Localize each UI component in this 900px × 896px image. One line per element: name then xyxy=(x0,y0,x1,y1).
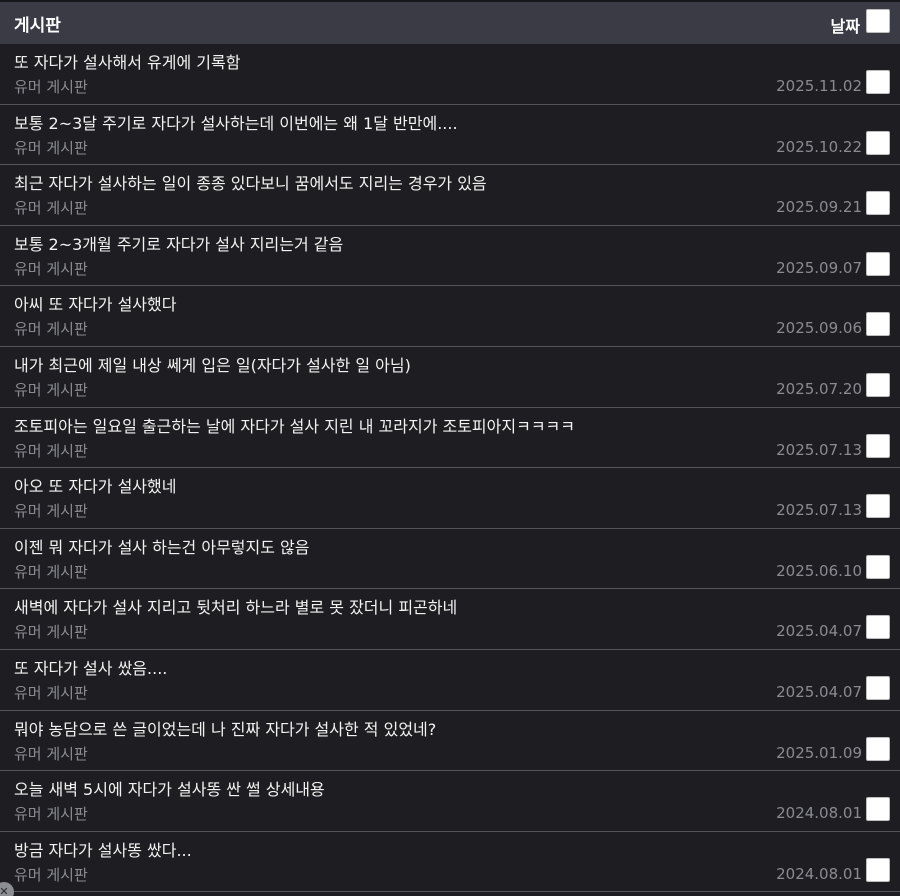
post-date: 2025.10.22 xyxy=(776,137,862,156)
post-date: 2025.07.13 xyxy=(776,501,862,520)
post-row[interactable]: 오늘 새벽 5시에 자다가 설사똥 싼 썰 상세내용 유머 게시판 2024.0… xyxy=(0,771,900,832)
post-date: 2025.07.20 xyxy=(776,379,862,398)
post-checkbox[interactable] xyxy=(866,675,890,700)
post-checkbox[interactable] xyxy=(866,191,890,216)
post-row[interactable]: 조토피아는 일요일 출근하는 날에 자다가 설사 지린 내 꼬라지가 조토피아지… xyxy=(0,407,900,469)
post-title[interactable]: 방금 자다가 설사똥 쌌다... xyxy=(14,837,192,861)
post-date: 2025.01.09 xyxy=(776,743,862,762)
post-category: 유머 게시판 xyxy=(14,683,88,702)
post-title[interactable]: 아씨 또 자다가 설사했다 xyxy=(14,291,176,315)
post-date: 2025.09.06 xyxy=(776,319,862,338)
post-title[interactable]: 오늘 새벽 5시에 자다가 설사똥 싼 썰 상세내용 xyxy=(14,776,325,800)
post-date: 2025.09.21 xyxy=(776,198,862,217)
post-list: 또 자다가 설사해서 유게에 기록함 유머 게시판 2025.11.02 보통 … xyxy=(0,44,900,893)
post-title[interactable]: 보통 2~3달 주기로 자다가 설사하는데 이번에는 왜 1달 반만에.... xyxy=(14,110,458,134)
post-row[interactable]: 최근 자다가 설사하는 일이 종종 있다보니 꿈에서도 지리는 경우가 있음 유… xyxy=(0,165,900,226)
post-date: 2025.11.02 xyxy=(776,77,862,95)
post-row[interactable]: 방금 자다가 설사똥 쌌다... 유머 게시판 2024.08.01 xyxy=(0,831,900,893)
post-row[interactable]: 이젠 뭐 자다가 설사 하는건 아무렇지도 않음 유머 게시판 2025.06.… xyxy=(0,528,900,590)
board-title: 게시판 xyxy=(14,16,61,36)
post-title[interactable]: 조토피아는 일요일 출근하는 날에 자다가 설사 지린 내 꼬라지가 조토피아지… xyxy=(14,413,575,437)
post-title[interactable]: 아오 또 자다가 설사했네 xyxy=(14,473,176,497)
post-checkbox[interactable] xyxy=(866,494,890,519)
post-title[interactable]: 또 자다가 설사 쌌음.... xyxy=(14,655,167,679)
post-checkbox[interactable] xyxy=(866,797,890,822)
post-category: 유머 게시판 xyxy=(14,805,88,824)
post-checkbox[interactable] xyxy=(866,736,890,761)
post-row[interactable]: 또 자다가 설사 쌌음.... 유머 게시판 2025.04.07 xyxy=(0,649,900,711)
post-category: 유머 게시판 xyxy=(14,199,88,218)
post-row[interactable]: 보통 2~3달 주기로 자다가 설사하는데 이번에는 왜 1달 반만에.... … xyxy=(0,104,900,166)
post-category: 유머 게시판 xyxy=(14,562,88,581)
select-all-checkbox[interactable] xyxy=(866,9,890,33)
post-date: 2025.06.10 xyxy=(776,561,862,580)
post-category: 유머 게시판 xyxy=(14,865,88,884)
post-row[interactable]: 내가 최근에 제일 내상 쎄게 입은 일(자다가 설사한 일 아님) 유머 게시… xyxy=(0,346,900,408)
post-row[interactable]: 뭐야 농담으로 쓴 글이었는데 나 진짜 자다가 설사한 적 있었네? 유머 게… xyxy=(0,710,900,772)
post-checkbox[interactable] xyxy=(866,70,890,94)
post-title[interactable]: 새벽에 자다가 설사 지리고 뒷처리 하느라 별로 못 잤더니 피곤하네 xyxy=(14,594,457,618)
post-category: 유머 게시판 xyxy=(14,502,88,521)
post-checkbox[interactable] xyxy=(866,312,890,337)
post-date: 2024.08.01 xyxy=(776,864,862,883)
post-category: 유머 게시판 xyxy=(14,744,88,763)
date-column-header[interactable]: 날짜 xyxy=(831,13,860,37)
post-category: 유머 게시판 xyxy=(14,138,88,157)
post-checkbox[interactable] xyxy=(866,554,890,579)
post-row[interactable]: 보통 2~3개월 주기로 자다가 설사 지리는거 같음 유머 게시판 2025.… xyxy=(0,225,900,287)
post-checkbox[interactable] xyxy=(866,433,890,458)
post-category: 유머 게시판 xyxy=(14,78,88,96)
post-row[interactable]: 아씨 또 자다가 설사했다 유머 게시판 2025.09.06 xyxy=(0,286,900,347)
board-header: 게시판 날짜 xyxy=(0,0,900,44)
post-checkbox[interactable] xyxy=(866,251,890,276)
post-checkbox[interactable] xyxy=(866,130,890,155)
post-date: 2025.09.07 xyxy=(776,258,862,277)
post-title[interactable]: 최근 자다가 설사하는 일이 종종 있다보니 꿈에서도 지리는 경우가 있음 xyxy=(14,170,487,194)
post-title[interactable]: 또 자다가 설사해서 유게에 기록함 xyxy=(14,49,240,73)
post-title[interactable]: 내가 최근에 제일 내상 쎄게 입은 일(자다가 설사한 일 아님) xyxy=(14,352,411,376)
post-category: 유머 게시판 xyxy=(14,320,88,339)
post-category: 유머 게시판 xyxy=(14,441,88,460)
post-checkbox[interactable] xyxy=(866,615,890,640)
post-category: 유머 게시판 xyxy=(14,259,88,278)
post-category: 유머 게시판 xyxy=(14,380,88,399)
post-row[interactable]: 새벽에 자다가 설사 지리고 뒷처리 하느라 별로 못 잤더니 피곤하네 유머 … xyxy=(0,589,900,650)
post-title[interactable]: 보통 2~3개월 주기로 자다가 설사 지리는거 같음 xyxy=(14,231,343,255)
post-date: 2025.04.07 xyxy=(776,682,862,701)
post-date: 2025.07.13 xyxy=(776,440,862,459)
post-checkbox[interactable] xyxy=(866,372,890,397)
post-date: 2024.08.01 xyxy=(776,804,862,823)
post-title[interactable]: 뭐야 농담으로 쓴 글이었는데 나 진짜 자다가 설사한 적 있었네? xyxy=(14,716,436,740)
post-row[interactable]: 아오 또 자다가 설사했네 유머 게시판 2025.07.13 xyxy=(0,468,900,529)
board-page: 게시판 날짜 또 자다가 설사해서 유게에 기록함 유머 게시판 2025.11… xyxy=(0,0,900,896)
post-date: 2025.04.07 xyxy=(776,622,862,641)
post-checkbox[interactable] xyxy=(866,857,890,882)
post-row[interactable]: 또 자다가 설사해서 유게에 기록함 유머 게시판 2025.11.02 xyxy=(0,44,900,105)
post-title[interactable]: 이젠 뭐 자다가 설사 하는건 아무렇지도 않음 xyxy=(14,534,309,558)
post-category: 유머 게시판 xyxy=(14,623,88,642)
